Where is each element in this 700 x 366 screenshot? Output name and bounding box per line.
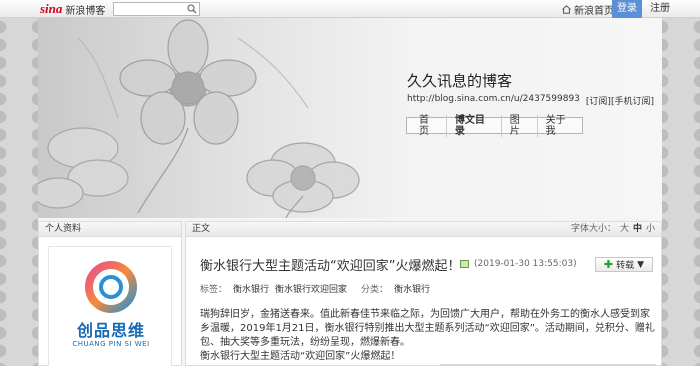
font-size-small[interactable]: 小 [646, 222, 655, 237]
image-icon [460, 260, 469, 268]
stamp-border-left [0, 18, 38, 366]
register-link[interactable]: 注册 [650, 0, 670, 18]
post-tags-row: 标签： 衡水银行 衡水银行欢迎回家 分类： 衡水银行 [200, 282, 430, 295]
tags-label: 标签： [200, 285, 228, 295]
article-panel: 正文 字体大小： 大 中 小 衡水银行大型主题活动“欢迎回家”火爆燃起！ (20… [185, 221, 662, 366]
nav-images[interactable]: 图片 [500, 114, 537, 137]
blog-title[interactable]: 久久讯息的博客 [407, 70, 512, 91]
search-icon[interactable] [187, 4, 197, 14]
post-paragraph: 衡水银行大型主题活动“欢迎回家”火爆燃起！ [200, 351, 401, 362]
font-size-label: 字体大小： [570, 224, 616, 234]
nav-about[interactable]: 关于我 [536, 114, 582, 137]
post-paragraph: 瑞狗辞旧岁，金猪送春来。值此新春佳节来临之际，为回馈广大用户，帮助在外务工的衡水… [200, 309, 655, 348]
font-size-medium[interactable]: 中 [633, 222, 642, 237]
category-link[interactable]: 衡水银行 [394, 282, 430, 295]
blog-banner: 久久讯息的博客 http://blog.sina.com.cn/u/243759… [38, 18, 662, 218]
plus-icon: ✚ [603, 258, 614, 271]
repost-label: 转载 [616, 261, 635, 271]
subscribe-link[interactable]: [订阅] [586, 94, 611, 107]
profile-panel: 个人资料 创品思维 CHUANG PIN SI WEI [38, 221, 182, 366]
avatar-name-en: CHUANG PIN SI WEI [72, 340, 150, 348]
search-input[interactable] [113, 2, 200, 16]
home-icon [562, 4, 571, 14]
sina-home-link[interactable]: 新浪首页 [562, 2, 614, 17]
tag-item[interactable]: 衡水银行欢迎回家 [275, 282, 347, 295]
top-bar: sina 新浪博客 新浪首页 登录 注册 [0, 0, 700, 18]
blog-url[interactable]: http://blog.sina.com.cn/u/2437599893 [407, 94, 580, 107]
blog-nav: 首页 博文目录 图片 关于我 [406, 114, 583, 137]
repost-button[interactable]: ✚ 转载 ▼ [595, 257, 653, 272]
logo-brand: sina [40, 1, 63, 16]
post-body: 瑞狗辞旧岁，金猪送春来。值此新春佳节来临之际，为回馈广大用户，帮助在外务工的衡水… [200, 308, 655, 364]
stamp-border-right [662, 18, 700, 366]
sina-home-label: 新浪首页 [574, 5, 614, 17]
section-label: 正文 [192, 224, 211, 234]
article-panel-head: 正文 字体大小： 大 中 小 [186, 222, 661, 237]
login-button[interactable]: 登录 [612, 0, 642, 18]
category-label: 分类： [361, 285, 389, 295]
avatar-name: 创品思维 [76, 321, 145, 340]
post-meta: (2019-01-30 13:55:03) [460, 259, 577, 269]
blog-url-row: http://blog.sina.com.cn/u/2437599893 [订阅… [407, 94, 654, 107]
logo-text: 新浪博客 [65, 5, 106, 17]
tag-item[interactable]: 衡水银行 [233, 282, 269, 295]
nav-articles[interactable]: 博文目录 [445, 114, 501, 137]
chevron-down-icon: ▼ [637, 259, 645, 270]
post-date: (2019-01-30 13:55:03) [474, 259, 577, 269]
post-title[interactable]: 衡水银行大型主题活动“欢迎回家”火爆燃起！ [200, 255, 460, 274]
avatar[interactable]: 创品思维 CHUANG PIN SI WEI [48, 246, 172, 366]
mobile-subscribe-link[interactable]: [手机订阅] [611, 94, 654, 107]
nav-home[interactable]: 首页 [411, 115, 446, 137]
blog-container: 久久讯息的博客 http://blog.sina.com.cn/u/243759… [38, 18, 662, 366]
profile-panel-title: 个人资料 [39, 222, 181, 237]
font-size-switcher: 字体大小： 大 中 小 [571, 222, 655, 237]
sina-blog-logo[interactable]: sina 新浪博客 [40, 1, 105, 17]
font-size-large[interactable]: 大 [620, 222, 629, 237]
avatar-logo [85, 261, 137, 313]
